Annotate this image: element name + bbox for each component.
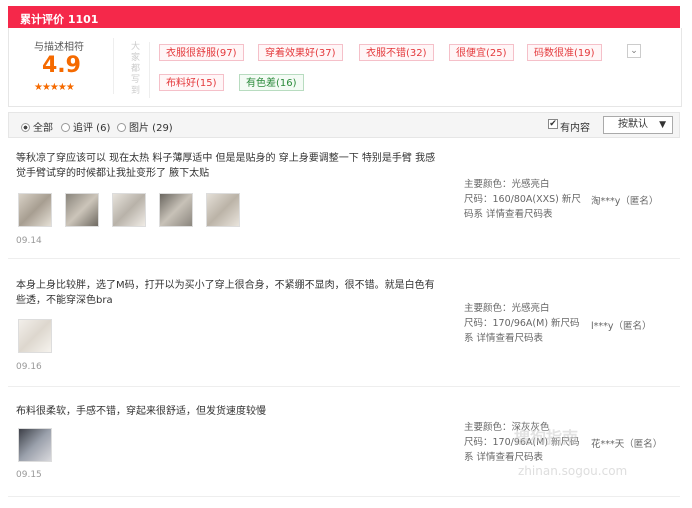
chevron-down-icon: ▼ <box>659 120 666 130</box>
impression-tag[interactable]: 布料好(15) <box>159 74 224 91</box>
filter-all-label: 全部 <box>33 123 53 134</box>
rating-score: 4.9 <box>42 53 81 78</box>
description-match-label: 与描述相符 <box>34 42 84 53</box>
has-content-checkbox[interactable]: ✔ <box>548 119 558 129</box>
star-rating-icon: ★★★★★ <box>34 82 75 93</box>
review-photo[interactable] <box>159 193 193 227</box>
review-item: 等秋凉了穿应该可以 现在太热 料子薄厚适中 但是是贴身的 穿上身要调整一下 特别… <box>8 148 680 259</box>
review-photo[interactable] <box>65 193 99 227</box>
review-content: 本身上身比较胖，选了M码，打开以为买小了穿上很合身，不紧绷不显肉，很不错。就是白… <box>16 280 435 306</box>
total-reviews-title: 累计评价 1101 <box>20 13 99 26</box>
impression-tag-negative[interactable]: 有色差(16) <box>239 74 304 91</box>
review-content: 布料很柔软，手感不错，穿起来很舒适，但发货速度较慢 <box>16 406 266 417</box>
sku-color: 主要颜色：光感亮白 <box>464 179 550 190</box>
rating-header-bar: 累计评价 1101 <box>8 6 680 28</box>
review-photo[interactable] <box>206 193 240 227</box>
review-date: 09.15 <box>16 470 42 480</box>
radio-icon <box>117 123 126 132</box>
radio-icon <box>61 123 70 132</box>
impression-tag[interactable]: 衣服很舒服(97) <box>159 44 244 61</box>
divider <box>113 38 114 94</box>
review-photo[interactable] <box>18 193 52 227</box>
impression-tag[interactable]: 很便宜(25) <box>449 44 514 61</box>
sort-select[interactable]: 按默认 ▼ <box>603 116 673 134</box>
review-sku-info: 主要颜色：光感亮白 尺码：170/96A(M) 新尺码系 详情查看尺码表 <box>464 301 584 346</box>
sku-color: 主要颜色：光感亮白 <box>464 303 550 314</box>
review-photo[interactable] <box>18 428 52 462</box>
filter-append-radio[interactable]: 追评 (6) <box>61 119 110 134</box>
reviewer-name: 花***天（匿名） <box>591 439 663 450</box>
watermark-url: zhinan.sogou.com <box>518 464 628 478</box>
sort-label: 按默认 <box>618 119 648 130</box>
rating-summary: 与描述相符 4.9 ★★★★★ 大家都写到 衣服很舒服(97) 穿着效果好(37… <box>8 28 682 107</box>
has-content-label: 有内容 <box>560 123 590 134</box>
watermark-logo: 搜狗指南 <box>514 428 579 447</box>
review-sku-info: 主要颜色：光感亮白 尺码：160/80A(XXS) 新尺码系 详情查看尺码表 <box>464 177 584 222</box>
sku-size: 尺码：170/96A(M) 新尺码系 详情查看尺码表 <box>464 318 580 344</box>
impression-tag[interactable]: 穿着效果好(37) <box>258 44 343 61</box>
review-photo[interactable] <box>18 319 52 353</box>
impressions-vertical-label: 大家都写到 <box>131 42 141 96</box>
review-date: 09.16 <box>16 362 42 372</box>
impression-tag[interactable]: 码数很准(19) <box>527 44 602 61</box>
review-filter-bar: 全部 追评 (6) 图片 (29) ✔ 有内容 按默认 ▼ <box>8 112 680 138</box>
review-date: 09.14 <box>16 236 42 246</box>
radio-selected-icon <box>21 123 30 132</box>
impression-tag[interactable]: 衣服不错(32) <box>359 44 434 61</box>
sku-size: 尺码：160/80A(XXS) 新尺码系 详情查看尺码表 <box>464 194 581 220</box>
filter-pics-label: 图片 (29) <box>129 123 173 134</box>
review-photo[interactable] <box>112 193 146 227</box>
filter-pics-radio[interactable]: 图片 (29) <box>117 119 173 134</box>
reviewer-name: l***y（匿名） <box>591 321 652 332</box>
divider <box>149 42 150 98</box>
review-item: 本身上身比较胖，选了M码，打开以为买小了穿上很合身，不紧绷不显肉，很不错。就是白… <box>8 270 680 387</box>
chevron-down-icon[interactable]: ⌄ <box>627 44 641 58</box>
filter-append-label: 追评 (6) <box>73 123 111 134</box>
reviewer-name: 淘***y（匿名） <box>591 196 659 207</box>
review-content: 等秋凉了穿应该可以 现在太热 料子薄厚适中 但是是贴身的 穿上身要调整一下 特别… <box>16 153 436 179</box>
review-item: 布料很柔软，手感不错，穿起来很舒适，但发货速度较慢 09.15 主要颜色：深灰灰… <box>8 396 680 497</box>
filter-all-radio[interactable]: 全部 <box>21 119 53 134</box>
